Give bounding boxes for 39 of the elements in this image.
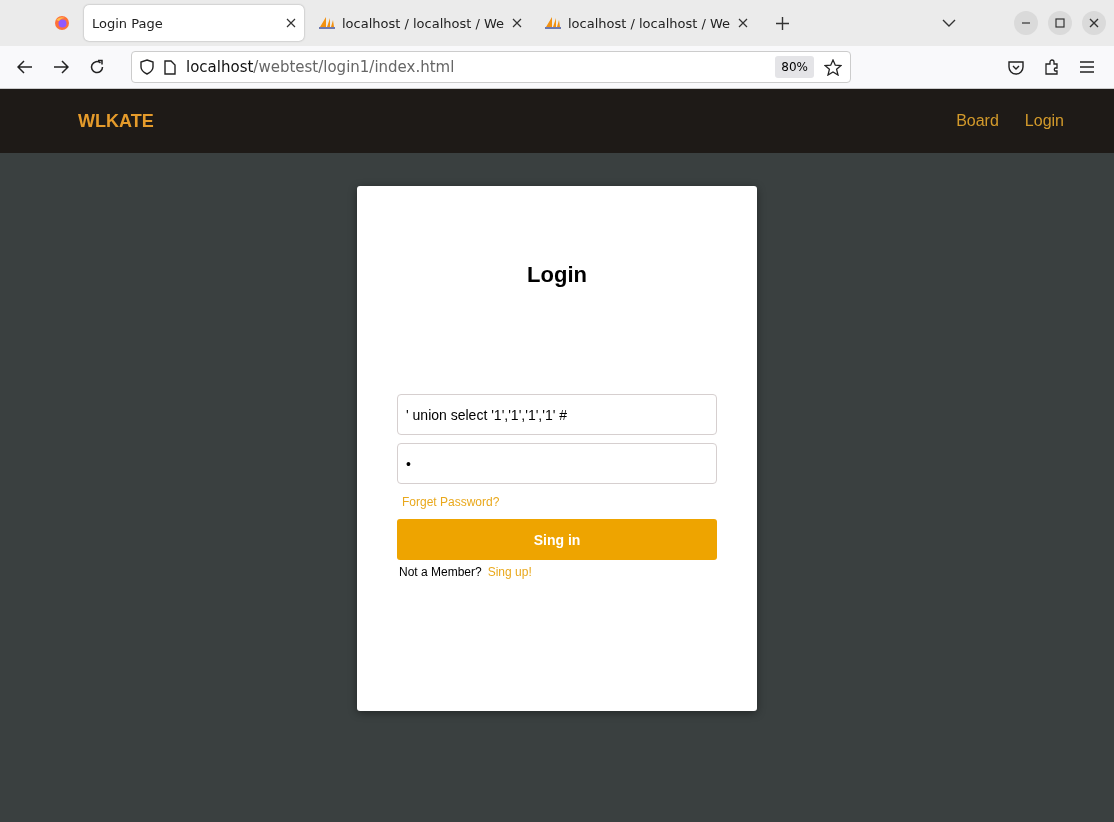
username-field[interactable]: ' union select '1','1','1','1' # bbox=[397, 394, 717, 435]
close-icon[interactable] bbox=[738, 18, 748, 28]
nav-link[interactable]: Login bbox=[1024, 112, 1064, 130]
tab-title: localhost / localhost / We bbox=[342, 15, 506, 31]
tab-title: localhost / localhost / We bbox=[568, 15, 732, 31]
minimize-icon bbox=[1021, 22, 1031, 24]
login-title: Login bbox=[527, 262, 587, 288]
maximize-icon bbox=[1055, 18, 1065, 28]
tab-title: Login Page bbox=[92, 15, 164, 31]
forward-arrow-icon[interactable] bbox=[53, 60, 69, 74]
address-bar[interactable]: localhost/webtest/login1/index.html 80% bbox=[131, 51, 851, 83]
browser-tab[interactable]: localhost / localhost / We bbox=[310, 5, 530, 41]
browser-tab[interactable]: localhost / localhost / We bbox=[536, 5, 756, 41]
maximize-button[interactable] bbox=[1048, 11, 1072, 35]
browser-logo-icon bbox=[54, 15, 70, 31]
close-icon[interactable] bbox=[286, 18, 296, 28]
site-logo-text[interactable]: WLKATE bbox=[78, 110, 154, 132]
page-icon bbox=[164, 59, 176, 75]
star-icon[interactable] bbox=[824, 58, 842, 76]
zoom-level-button[interactable]: 80% bbox=[775, 56, 814, 78]
url-text: localhost/webtest/login1/index.html bbox=[186, 58, 455, 76]
nav-link[interactable]: Board bbox=[956, 112, 999, 130]
menu-icon[interactable] bbox=[1080, 61, 1094, 73]
chevron-down-icon[interactable] bbox=[942, 19, 956, 27]
new-tab-icon[interactable] bbox=[776, 16, 789, 30]
minimize-button[interactable] bbox=[1014, 11, 1038, 35]
close-icon bbox=[1089, 18, 1099, 28]
pocket-icon[interactable] bbox=[1008, 59, 1024, 75]
password-field[interactable]: • bbox=[397, 443, 717, 484]
puzzle-piece-icon[interactable] bbox=[1044, 59, 1060, 75]
reload-icon[interactable] bbox=[89, 59, 105, 75]
signup-prompt: Not a Member? bbox=[399, 565, 482, 579]
browser-tab[interactable]: Login Page bbox=[84, 5, 304, 41]
shield-icon bbox=[140, 59, 154, 75]
sail-logo-icon bbox=[318, 16, 336, 30]
close-window-button[interactable] bbox=[1082, 11, 1106, 35]
close-icon[interactable] bbox=[512, 18, 522, 28]
back-arrow-icon[interactable] bbox=[17, 60, 33, 74]
sail-logo-icon bbox=[544, 16, 562, 30]
